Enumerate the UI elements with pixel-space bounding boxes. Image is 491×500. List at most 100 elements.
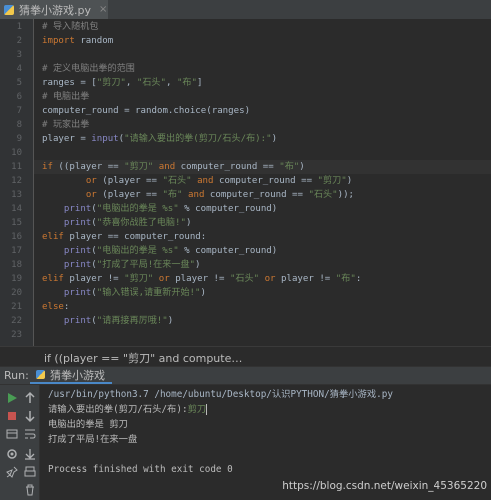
code-line[interactable]: 14 print("电脑出的拳是 %s" % computer_round) — [11, 202, 491, 216]
line-number: 15 — [11, 218, 22, 228]
line-number: 6 — [16, 92, 22, 102]
up-arrow-icon[interactable] — [23, 391, 37, 405]
code-text: print("电脑出的拳是 %s" % computer_round) — [63, 204, 278, 214]
code-text: player = input("请输入要出的拳(剪刀/石头/布):") — [42, 134, 278, 144]
code-editor[interactable]: 1 # 导入随机包 2 import random 3 4 # 定义电脑出拳的范围 5 rang… — [0, 19, 491, 346]
code-line[interactable]: 5 ranges = ["剪刀", "石头", "布"] — [17, 76, 491, 90]
code-line[interactable]: 13 or (player == "布" and computer_round … — [11, 188, 491, 202]
console-output-line: 电脑出的拳是 剪刀 — [48, 419, 128, 430]
line-number: 2 — [16, 36, 22, 46]
line-number: 20 — [11, 288, 22, 298]
console-command-line: /usr/bin/python3.7 /home/ubuntu/Desktop/… — [48, 389, 393, 400]
rerun-icon[interactable] — [5, 391, 19, 405]
console-exit-message: Process finished with exit code 0 — [48, 464, 233, 475]
watermark: https://blog.csdn.net/weixin_45365220 — [282, 480, 487, 492]
code-text: print("电脑出的拳是 %s" % computer_round) — [63, 246, 278, 256]
line-number: 5 — [16, 78, 22, 88]
console-prompt: 请输入要出的拳(剪刀/石头/布): — [48, 404, 188, 415]
code-line[interactable]: 3 — [17, 48, 491, 62]
code-area[interactable]: 1 # 导入随机包 2 import random 3 4 # 定义电脑出拳的范围 5 rang… — [11, 19, 491, 346]
code-text: print("打成了平局!在来一盘") — [63, 260, 201, 270]
code-text: # 电脑出拳 — [42, 92, 90, 102]
line-number: 17 — [11, 246, 22, 256]
print-icon[interactable] — [23, 465, 37, 479]
run-tab-label: 猜拳小游戏 — [50, 368, 105, 382]
line-number: 21 — [11, 302, 22, 312]
code-text: ranges = ["剪刀", "石头", "布"] — [42, 78, 203, 88]
close-icon[interactable]: × — [99, 4, 107, 15]
pin-icon[interactable] — [5, 465, 19, 479]
run-label: Run: — [4, 369, 29, 382]
line-number: 8 — [16, 120, 22, 130]
code-line[interactable]: 22 print("请再接再厉哦!") — [11, 314, 491, 328]
code-line[interactable]: 11 if ((player == "剪刀" and computer_round… — [11, 160, 491, 174]
line-number: 11 — [11, 162, 22, 172]
down-arrow-icon[interactable] — [23, 409, 37, 423]
code-text: # 定义电脑出拳的范围 — [42, 64, 135, 74]
run-tool-window-header: Run: 猜拳小游戏 — [0, 366, 491, 385]
run-toolbar — [0, 385, 40, 500]
code-line[interactable]: 16 elif player == computer_round: — [11, 230, 491, 244]
code-text: print("恭喜你战胜了电脑!") — [63, 218, 192, 228]
code-line[interactable]: 12 or (player == "石头" and computer_round… — [11, 174, 491, 188]
trash-icon[interactable] — [23, 483, 37, 497]
line-number: 22 — [11, 316, 22, 326]
code-line[interactable]: 18 print("打成了平局!在来一盘") — [11, 258, 491, 272]
code-line[interactable]: 1 # 导入随机包 — [17, 20, 491, 34]
code-line[interactable]: 4 # 定义电脑出拳的范围 — [17, 62, 491, 76]
code-text: computer_round = random.choice(ranges) — [42, 106, 251, 116]
line-number: 23 — [11, 330, 22, 340]
code-text: print("请再接再厉哦!") — [63, 316, 174, 326]
code-line[interactable]: 17 print("电脑出的拳是 %s" % computer_round) — [11, 244, 491, 258]
code-line[interactable]: 10 — [11, 146, 491, 160]
line-number: 16 — [11, 232, 22, 242]
line-number: 9 — [16, 134, 22, 144]
text-caret — [206, 404, 208, 415]
settings-icon[interactable] — [5, 447, 19, 461]
code-text: import random — [42, 36, 114, 46]
line-number: 13 — [11, 190, 22, 200]
code-line[interactable]: 8 # 玩家出拳 — [17, 118, 491, 132]
code-text: elif player != "剪刀" or player != "石头" or… — [42, 274, 362, 284]
breadcrumb[interactable]: if ((player == "剪刀" and compute… — [0, 346, 491, 366]
stop-icon[interactable] — [5, 409, 19, 423]
code-text: print("输入错误,请重新开始!") — [63, 288, 206, 298]
layout-icon[interactable] — [5, 427, 19, 441]
code-text: elif player == computer_round: — [42, 232, 207, 242]
code-text: if ((player == "剪刀" and computer_round =… — [42, 162, 305, 172]
console-user-input: 剪刀 — [187, 404, 207, 415]
code-line[interactable]: 2 import random — [17, 34, 491, 48]
console-output-line: 打成了平局!在来一盘 — [48, 434, 138, 445]
scroll-to-end-icon[interactable] — [23, 447, 37, 461]
editor-tab-label: 猜拳小游戏.py — [19, 3, 91, 17]
run-configuration-tab[interactable]: 猜拳小游戏 — [30, 367, 112, 384]
line-number: 14 — [11, 204, 22, 214]
breadcrumb-text: if ((player == "剪刀" and compute… — [44, 352, 243, 365]
code-line[interactable]: 7 computer_round = random.choice(ranges) — [17, 104, 491, 118]
line-number: 4 — [16, 64, 22, 74]
line-number: 18 — [11, 260, 22, 270]
code-text: or (player == "石头" and computer_round ==… — [85, 176, 353, 186]
code-line[interactable]: 9 player = input("请输入要出的拳(剪刀/石头/布):") — [17, 132, 491, 146]
editor-tab[interactable]: 猜拳小游戏.py × — [0, 0, 108, 19]
console-input-line[interactable]: 请输入要出的拳(剪刀/石头/布):剪刀 — [48, 402, 208, 417]
editor-tab-bar: 猜拳小游戏.py × — [0, 0, 491, 20]
code-line[interactable]: 19 elif player != "剪刀" or player != "石头" … — [11, 272, 491, 286]
soft-wrap-icon[interactable] — [23, 427, 37, 441]
code-line[interactable]: 20 print("输入错误,请重新开始!") — [11, 286, 491, 300]
line-number: 3 — [16, 50, 22, 60]
code-text: # 导入随机包 — [42, 22, 99, 32]
line-number: 7 — [16, 106, 22, 116]
code-text: else: — [42, 302, 70, 312]
line-number: 19 — [11, 274, 22, 284]
code-line[interactable]: 23 — [11, 328, 491, 342]
code-text: # 玩家出拳 — [42, 120, 90, 130]
python-file-icon — [36, 370, 45, 379]
line-number: 1 — [16, 22, 22, 32]
code-line[interactable]: 15 print("恭喜你战胜了电脑!") — [11, 216, 491, 230]
line-number: 10 — [11, 148, 22, 158]
line-number: 12 — [11, 176, 22, 186]
code-line[interactable]: 21 else: — [11, 300, 491, 314]
code-line[interactable]: 6 # 电脑出拳 — [17, 90, 491, 104]
code-text: or (player == "布" and computer_round == … — [85, 190, 355, 200]
